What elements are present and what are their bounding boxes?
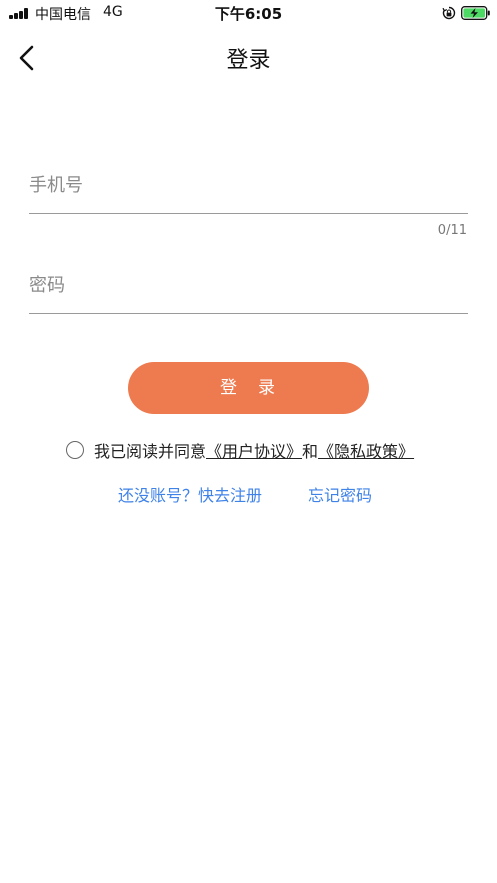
battery-charging-icon (461, 6, 490, 20)
privacy-policy-link[interactable]: 《隐私政策》 (318, 442, 414, 461)
status-bar: 中国电信 4G 下午6:05 (0, 0, 497, 26)
password-input[interactable] (29, 258, 468, 313)
forgot-password-link[interactable]: 忘记密码 (308, 482, 372, 506)
register-link[interactable]: 还没账号？快去注册 (118, 482, 262, 506)
user-agreement-link[interactable]: 《用户协议》 (206, 442, 302, 461)
phone-char-counter: 0/11 (437, 223, 467, 238)
status-time: 下午6:05 (214, 5, 283, 23)
agree-checkbox[interactable] (66, 441, 84, 459)
login-button[interactable]: 登 录 (128, 362, 369, 414)
page-title: 登录 (226, 48, 271, 73)
phone-field (29, 158, 468, 214)
agreement-conjunction: 和 (302, 442, 319, 461)
phone-input[interactable] (29, 158, 468, 213)
rotation-lock-icon (442, 6, 456, 20)
agreement-row: 我已阅读并同意《用户协议》和《隐私政策》 (66, 441, 414, 463)
agreement-prefix: 我已阅读并同意 (94, 442, 207, 461)
password-field (29, 258, 468, 314)
